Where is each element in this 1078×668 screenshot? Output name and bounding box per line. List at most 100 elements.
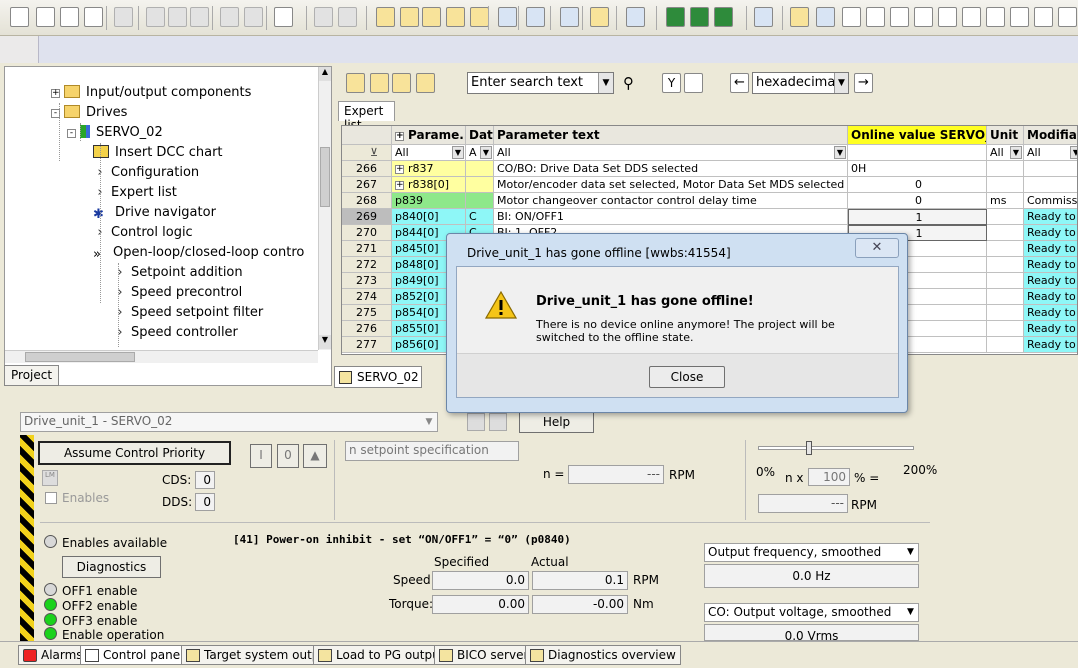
tree-item[interactable]: › Speed setpoint filter — [113, 303, 263, 323]
tool-38-icon[interactable] — [1058, 7, 1077, 27]
monitor1-select-arrow[interactable]: ▼ — [903, 544, 918, 561]
copy-ram-rom-icon[interactable] — [470, 7, 489, 27]
upload-icon[interactable] — [422, 7, 441, 27]
filter-cell[interactable]: A ▼ — [466, 145, 494, 161]
tree-item[interactable]: › Speed controller — [113, 323, 238, 343]
number-format-arrow[interactable]: ▼ — [834, 73, 848, 93]
wizard-icon[interactable] — [866, 7, 885, 27]
table-cell[interactable]: 0H — [848, 161, 987, 177]
drive-select-arrow[interactable]: ▼ — [421, 413, 437, 431]
n-setpoint-field[interactable]: --- — [568, 465, 664, 484]
control-panel-icon[interactable] — [666, 7, 685, 27]
column-header[interactable]: Online value SERVO_02 — [848, 126, 987, 145]
filter-cell[interactable]: All ▼ — [392, 145, 466, 161]
table-row[interactable]: 267 + r838[0] Motor/encoder data set select… — [342, 177, 1077, 193]
override-slider-thumb[interactable] — [806, 441, 812, 455]
column-header[interactable]: Data — [466, 126, 494, 145]
target-devices-icon[interactable] — [526, 7, 545, 27]
expand-toggle[interactable]: + — [51, 89, 60, 98]
tree-item[interactable]: › Control logic — [93, 223, 192, 243]
tab-control-panel[interactable]: Control panel — [80, 645, 189, 665]
accessible-nodes-icon[interactable] — [498, 7, 517, 27]
trace-icon[interactable] — [560, 7, 579, 27]
tab-project[interactable]: Project — [4, 365, 60, 386]
motor-data-icon[interactable] — [790, 7, 809, 27]
tree-vertical-scrollbar[interactable]: ▲ ▼ — [318, 67, 331, 350]
expand-toggle[interactable]: + — [395, 181, 404, 190]
tree-item[interactable]: ✱ Drive navigator — [93, 203, 216, 223]
filter-dropdown-arrow[interactable]: ▼ — [480, 146, 492, 159]
filter-dropdown-arrow[interactable]: ▼ — [834, 146, 846, 159]
tree-item[interactable]: › Expert list — [93, 183, 176, 203]
dialog-close-button[interactable]: ✕ — [855, 238, 899, 258]
tree-item[interactable]: + Input/output components — [51, 83, 251, 103]
save-compile-icon[interactable] — [84, 7, 103, 27]
search-input[interactable]: Enter search text — [467, 72, 614, 94]
expand-toggle[interactable]: - — [67, 129, 76, 138]
export-icon[interactable] — [392, 73, 411, 93]
tool-33-icon[interactable] — [938, 7, 957, 27]
table-row[interactable]: 269 p840[0] C BI: ON/OFF1 1 Ready to r — [342, 209, 1077, 225]
filter-cell[interactable]: All ▼ — [1024, 145, 1077, 161]
undo-icon[interactable] — [220, 7, 239, 27]
open-icon[interactable] — [36, 7, 55, 27]
assume-control-priority-button[interactable]: Assume Control Priority — [38, 441, 231, 465]
forward-arrow-icon[interactable]: → — [854, 73, 873, 93]
filter-icon[interactable]: Y — [662, 73, 681, 93]
enables-checkbox[interactable] — [45, 492, 57, 504]
chart-icon[interactable] — [890, 7, 909, 27]
function-generator-icon[interactable] — [714, 7, 733, 27]
column-header[interactable] — [342, 126, 392, 145]
tree-item[interactable]: › Speed precontrol — [113, 283, 242, 303]
filter-dropdown-arrow[interactable]: ▼ — [452, 146, 464, 159]
drive-select[interactable]: Drive_unit_1 - SERVO_02 — [20, 412, 438, 432]
tool-34-icon[interactable] — [962, 7, 981, 27]
filter-dropdown-arrow[interactable]: ▼ — [1010, 146, 1022, 159]
expand-all-toggle[interactable]: + — [395, 132, 404, 141]
tree-item[interactable]: Insert DCC chart — [93, 143, 223, 163]
help-icon[interactable] — [274, 7, 293, 27]
monitor2-select-arrow[interactable]: ▼ — [903, 604, 918, 621]
jog-button[interactable]: ▲ — [303, 444, 327, 468]
override-slider-track[interactable] — [758, 446, 914, 450]
back-arrow-icon[interactable]: ← — [730, 73, 749, 93]
column-header[interactable]: Unit — [987, 126, 1024, 145]
copy-icon[interactable] — [168, 7, 187, 27]
filter-icon[interactable]: ⊻ — [370, 145, 378, 160]
tab-alarms[interactable]: Alarms — [18, 645, 88, 665]
table-icon[interactable] — [914, 7, 933, 27]
monitor-icon[interactable] — [816, 7, 835, 27]
filter-cell[interactable]: All ▼ — [987, 145, 1024, 161]
table-cell[interactable]: 0 — [848, 193, 987, 209]
tool-36-icon[interactable] — [1010, 7, 1029, 27]
table-cell[interactable]: 0 — [848, 177, 987, 193]
setpoint-spec-field[interactable]: n setpoint specification — [345, 441, 519, 461]
monitor2-select[interactable]: CO: Output voltage, smoothed — [704, 603, 919, 622]
table-cell[interactable]: 1 — [848, 209, 987, 225]
drive-navigator-icon[interactable] — [590, 7, 609, 27]
monitor1-select[interactable]: Output frequency, smoothed — [704, 543, 919, 562]
expand-toggle[interactable]: + — [395, 165, 404, 174]
paste-icon[interactable] — [190, 7, 209, 27]
cross-reference-2-icon[interactable] — [338, 7, 357, 27]
search-dropdown-arrow[interactable]: ▼ — [598, 73, 613, 93]
tab-servo-02[interactable]: SERVO_02 — [334, 366, 422, 388]
download-icon[interactable] — [400, 7, 419, 27]
filter-cell[interactable]: ⊻ — [342, 145, 392, 161]
tree-item[interactable]: - SERVO_02 — [67, 123, 163, 143]
tree-item[interactable]: › Configuration — [93, 163, 199, 183]
column-header[interactable]: Parameter text — [494, 126, 848, 145]
add-parameter-icon[interactable] — [346, 73, 365, 93]
table-row[interactable]: 268 p839 Motor changeover contactor contro… — [342, 193, 1077, 209]
table-row[interactable]: 266 + r837 CO/BO: Drive Data Set DDS select… — [342, 161, 1077, 177]
tree-item[interactable]: » Open-loop/closed-loop contro — [93, 243, 304, 263]
go-online-icon[interactable] — [376, 7, 395, 27]
mixer-icon[interactable] — [842, 7, 861, 27]
open-folder-icon[interactable] — [370, 73, 389, 93]
filter-dropdown-arrow[interactable]: ▼ — [1070, 146, 1077, 159]
filter-cell[interactable] — [848, 145, 987, 161]
binoculars-icon[interactable]: ⚲ — [623, 73, 642, 93]
override-percent-field[interactable]: 100 — [808, 468, 850, 486]
cut-icon[interactable] — [146, 7, 165, 27]
new-icon[interactable] — [10, 7, 29, 27]
